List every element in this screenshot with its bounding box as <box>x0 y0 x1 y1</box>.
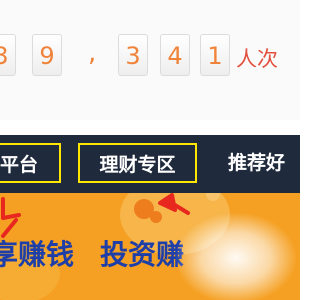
visitor-counter: 3 9 , 3 4 1 人次 <box>0 0 300 120</box>
banner-bubble <box>150 211 162 223</box>
main-nav-bar: 平台 理财专区 推荐好 <box>0 135 300 193</box>
banner-slogan-right: 投资赚 <box>100 238 185 271</box>
banner-slogan-left: 享赚钱 <box>0 238 75 271</box>
counter-digit: 3 <box>0 34 16 76</box>
nav-item-wealth-zone[interactable]: 理财专区 <box>78 143 197 183</box>
counter-digit: 3 <box>118 34 148 76</box>
counter-digit: 9 <box>32 34 62 76</box>
nav-item-platform[interactable]: 平台 <box>0 143 61 183</box>
banner-glare <box>176 213 296 300</box>
counter-digit: 4 <box>160 34 190 76</box>
nav-item-recommend[interactable]: 推荐好 <box>228 143 285 183</box>
counter-separator: , <box>88 38 97 68</box>
counter-unit: 人次 <box>236 47 278 71</box>
counter-digit: 1 <box>200 34 230 76</box>
promo-banner[interactable]: 享赚钱 投资赚 <box>0 193 300 300</box>
